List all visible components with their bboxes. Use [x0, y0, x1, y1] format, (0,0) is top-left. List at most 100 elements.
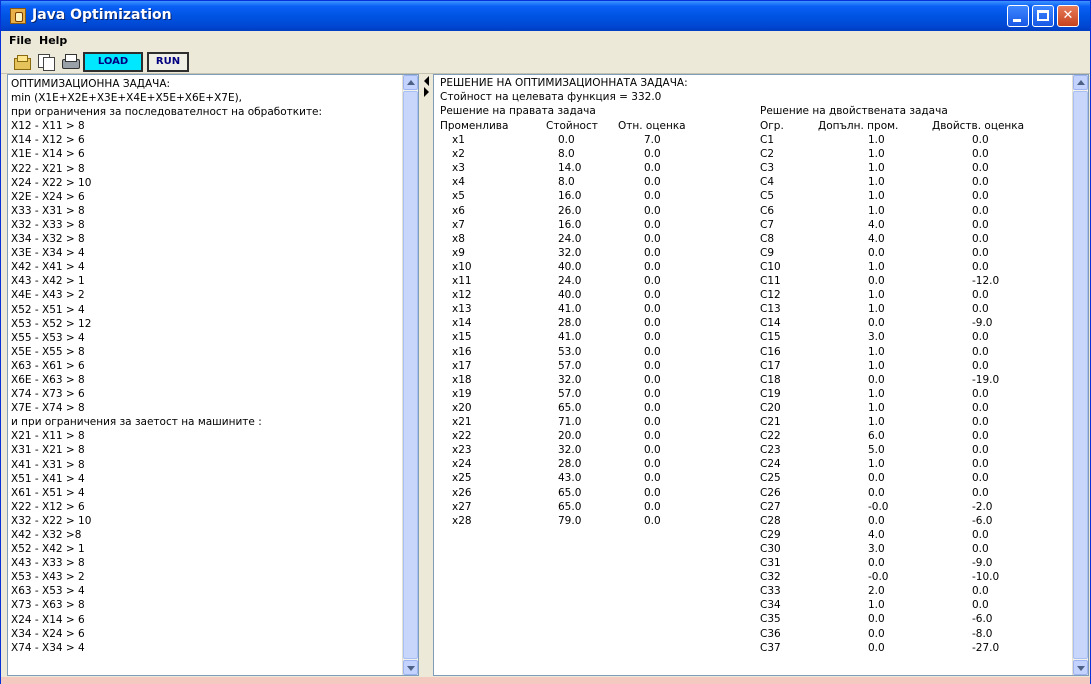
menu-bar: File Help: [1, 32, 1090, 50]
maximize-button[interactable]: [1032, 5, 1054, 27]
scroll-down-icon[interactable]: [1073, 660, 1088, 675]
problem-line: X24 - X22 > 10: [11, 176, 92, 189]
dual-slack: 1.0: [868, 176, 885, 189]
dual-constraint: C2: [760, 148, 775, 161]
primal-variable: x15: [452, 331, 472, 344]
dual-constraint: C33: [760, 585, 781, 598]
dual-slack: 4.0: [868, 232, 885, 245]
problem-line: X61 - X51 > 4: [11, 486, 85, 499]
problem-line: X53 - X52 > 12: [11, 317, 92, 330]
header-constraint: Огр.: [760, 120, 784, 132]
run-button[interactable]: RUN: [147, 52, 189, 72]
dual-constraint: C25: [760, 472, 781, 485]
primal-value: 28.0: [558, 317, 582, 330]
dual-constraint: C15: [760, 331, 781, 344]
menu-file[interactable]: File: [9, 34, 32, 47]
dual-constraint: C14: [760, 317, 781, 330]
primal-variable: x1: [452, 134, 465, 146]
left-scrollbar[interactable]: [402, 75, 418, 675]
primal-variable: x12: [452, 289, 472, 302]
dual-constraint: C17: [760, 359, 781, 372]
dual-slack: 0.0: [868, 246, 885, 259]
maximize-icon: [1037, 10, 1049, 21]
dual-value: -27.0: [972, 641, 1000, 654]
dual-value: 0.0: [972, 204, 989, 217]
menu-help[interactable]: Help: [39, 34, 67, 47]
copy-icon[interactable]: [37, 53, 55, 71]
split-pane-divider[interactable]: [420, 74, 432, 676]
problem-line: и при ограничения за заетост на машините…: [11, 416, 262, 429]
table-row: x9 32.0 0.0 C9 0.0 0.0: [434, 246, 1074, 260]
table-row: x1 0.0 7.0 C1 1.0 0.0: [434, 133, 1074, 147]
primal-value: 20.0: [558, 430, 582, 443]
problem-line: X34 - X32 > 8: [11, 233, 85, 246]
title-bar: Java Optimization ✕: [1, 1, 1090, 31]
primal-variable: x17: [452, 359, 472, 372]
dual-constraint: C26: [760, 486, 781, 499]
dual-slack: 1.0: [868, 416, 885, 428]
dual-constraint: C16: [760, 345, 781, 358]
problem-line: X52 - X42 > 1: [11, 543, 85, 556]
primal-reduced-cost: 0.0: [644, 486, 661, 499]
primal-reduced-cost: 0.0: [644, 359, 661, 372]
problem-line: X5E - X55 > 8: [11, 345, 85, 358]
primal-value: 24.0: [558, 275, 582, 287]
dual-slack: -0.0: [868, 571, 889, 584]
scroll-up-icon[interactable]: [1073, 75, 1088, 90]
scroll-up-icon[interactable]: [403, 75, 418, 90]
primal-reduced-cost: 0.0: [644, 232, 661, 245]
primal-reduced-cost: 0.0: [644, 331, 661, 344]
print-icon[interactable]: [61, 53, 80, 70]
primal-reduced-cost: 0.0: [644, 500, 661, 513]
dual-value: -12.0: [972, 275, 1000, 287]
problem-line: X33 - X31 > 8: [11, 204, 85, 217]
dual-value: 0.0: [972, 472, 989, 485]
load-button[interactable]: LOAD: [83, 52, 143, 72]
dual-constraint: C24: [760, 458, 781, 471]
primal-reduced-cost: 0.0: [644, 387, 661, 400]
table-row: x25 43.0 0.0 C25 0.0 0.0: [434, 471, 1074, 485]
collapse-right-icon[interactable]: [424, 87, 429, 97]
table-row: x24 28.0 0.0 C24 1.0 0.0: [434, 457, 1074, 471]
minimize-button[interactable]: [1007, 5, 1029, 27]
primal-value: 32.0: [558, 373, 582, 386]
primal-variable: x4: [452, 176, 465, 189]
scroll-thumb[interactable]: [403, 91, 418, 659]
open-folder-icon[interactable]: [13, 53, 31, 70]
problem-line: X63 - X61 > 6: [11, 359, 85, 372]
dual-constraint: C21: [760, 416, 781, 428]
dual-value: 0.0: [972, 345, 989, 358]
close-button[interactable]: ✕: [1057, 5, 1079, 27]
collapse-left-icon[interactable]: [424, 76, 429, 86]
dual-constraint: C30: [760, 542, 781, 555]
primal-reduced-cost: 0.0: [644, 289, 661, 302]
minimize-icon: [1013, 19, 1021, 22]
primal-variable: x27: [452, 500, 472, 513]
dual-slack: 2.0: [868, 585, 885, 598]
primal-variable: x10: [452, 260, 472, 273]
table-row: x23 32.0 0.0 C23 5.0 0.0: [434, 443, 1074, 457]
primal-reduced-cost: 0.0: [644, 204, 661, 217]
table-row: x16 53.0 0.0 C16 1.0 0.0: [434, 345, 1074, 359]
primal-reduced-cost: 0.0: [644, 514, 661, 527]
right-scrollbar[interactable]: [1072, 75, 1088, 675]
scroll-thumb[interactable]: [1073, 91, 1088, 659]
primal-variable: x6: [452, 204, 465, 217]
dual-constraint: C31: [760, 557, 781, 569]
scroll-down-icon[interactable]: [403, 660, 418, 675]
solution-text-area[interactable]: РЕШЕНИЕ НА ОПТИМИЗАЦИОННАТА ЗАДАЧА: Стой…: [433, 74, 1089, 676]
dual-constraint: C29: [760, 528, 781, 541]
primal-variable: x26: [452, 486, 472, 499]
primal-value: 40.0: [558, 289, 582, 302]
primal-title: Решение на правата задача: [440, 105, 596, 117]
dual-value: -10.0: [972, 571, 1000, 584]
problem-text-area[interactable]: ОПТИМИЗАЦИОННА ЗАДАЧА: min (X1E+X2E+X3E+X…: [7, 74, 419, 676]
primal-reduced-cost: 0.0: [644, 218, 661, 231]
problem-line: X53 - X43 > 2: [11, 571, 85, 584]
primal-value: 40.0: [558, 260, 582, 273]
problem-line: X42 - X41 > 4: [11, 261, 85, 274]
primal-value: 26.0: [558, 204, 582, 217]
primal-variable: x21: [452, 416, 472, 428]
problem-line: X14 - X12 > 6: [11, 134, 85, 147]
dual-value: -2.0: [972, 500, 993, 513]
